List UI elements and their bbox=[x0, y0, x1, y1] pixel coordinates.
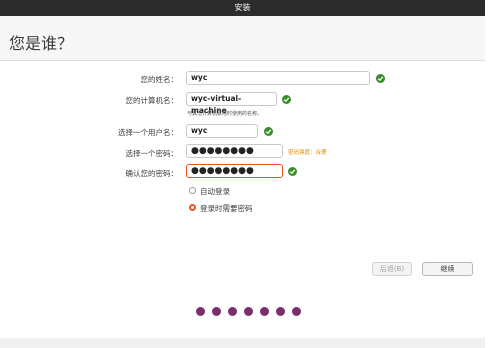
auto-login-label[interactable]: 自动登录 bbox=[200, 186, 230, 197]
progress-dot bbox=[228, 307, 237, 316]
window-title: 安装 bbox=[234, 3, 251, 12]
computer-name-ok-icon bbox=[282, 95, 291, 104]
require-password-radio[interactable] bbox=[189, 204, 196, 211]
page-header: 您是谁？ bbox=[0, 16, 485, 61]
progress-dot bbox=[212, 307, 221, 316]
progress-dot bbox=[260, 307, 269, 316]
computer-name-label: 您的计算机名： bbox=[125, 96, 179, 105]
progress-dot bbox=[276, 307, 285, 316]
confirm-password-label: 确认您的密码： bbox=[125, 169, 179, 178]
progress-dot bbox=[196, 307, 205, 316]
computer-name-field[interactable]: wyc-virtual-machine bbox=[186, 92, 277, 115]
back-button[interactable]: 后退(B) bbox=[372, 262, 412, 276]
require-password-label[interactable]: 登录时需要密码 bbox=[200, 203, 253, 214]
name-ok-icon bbox=[376, 74, 385, 83]
confirm-password-ok-icon bbox=[288, 167, 297, 176]
auto-login-radio[interactable] bbox=[189, 187, 196, 194]
name-field[interactable]: wyc bbox=[186, 71, 370, 85]
computer-name-hint: 与其他计算机联络时使用的名称。 bbox=[187, 111, 263, 117]
username-label: 选择一个用户名： bbox=[118, 128, 178, 137]
password-field[interactable]: ●●●●●●●● bbox=[186, 144, 283, 158]
name-label: 您的姓名： bbox=[140, 75, 179, 84]
password-strength-text: 密码强度：合理 bbox=[288, 150, 327, 156]
continue-button[interactable]: 继续 bbox=[422, 262, 473, 276]
page-title: 您是谁？ bbox=[9, 34, 74, 53]
confirm-password-field[interactable]: ●●●●●●●● bbox=[186, 164, 283, 178]
password-label: 选择一个密码： bbox=[125, 149, 179, 158]
username-ok-icon bbox=[264, 127, 273, 136]
progress-dot bbox=[292, 307, 301, 316]
window-titlebar: 安装 bbox=[0, 0, 485, 16]
window-edge bbox=[485, 0, 493, 348]
progress-dot bbox=[244, 307, 253, 316]
window-bottom-edge bbox=[0, 338, 485, 348]
username-field[interactable]: wyc bbox=[186, 124, 258, 138]
